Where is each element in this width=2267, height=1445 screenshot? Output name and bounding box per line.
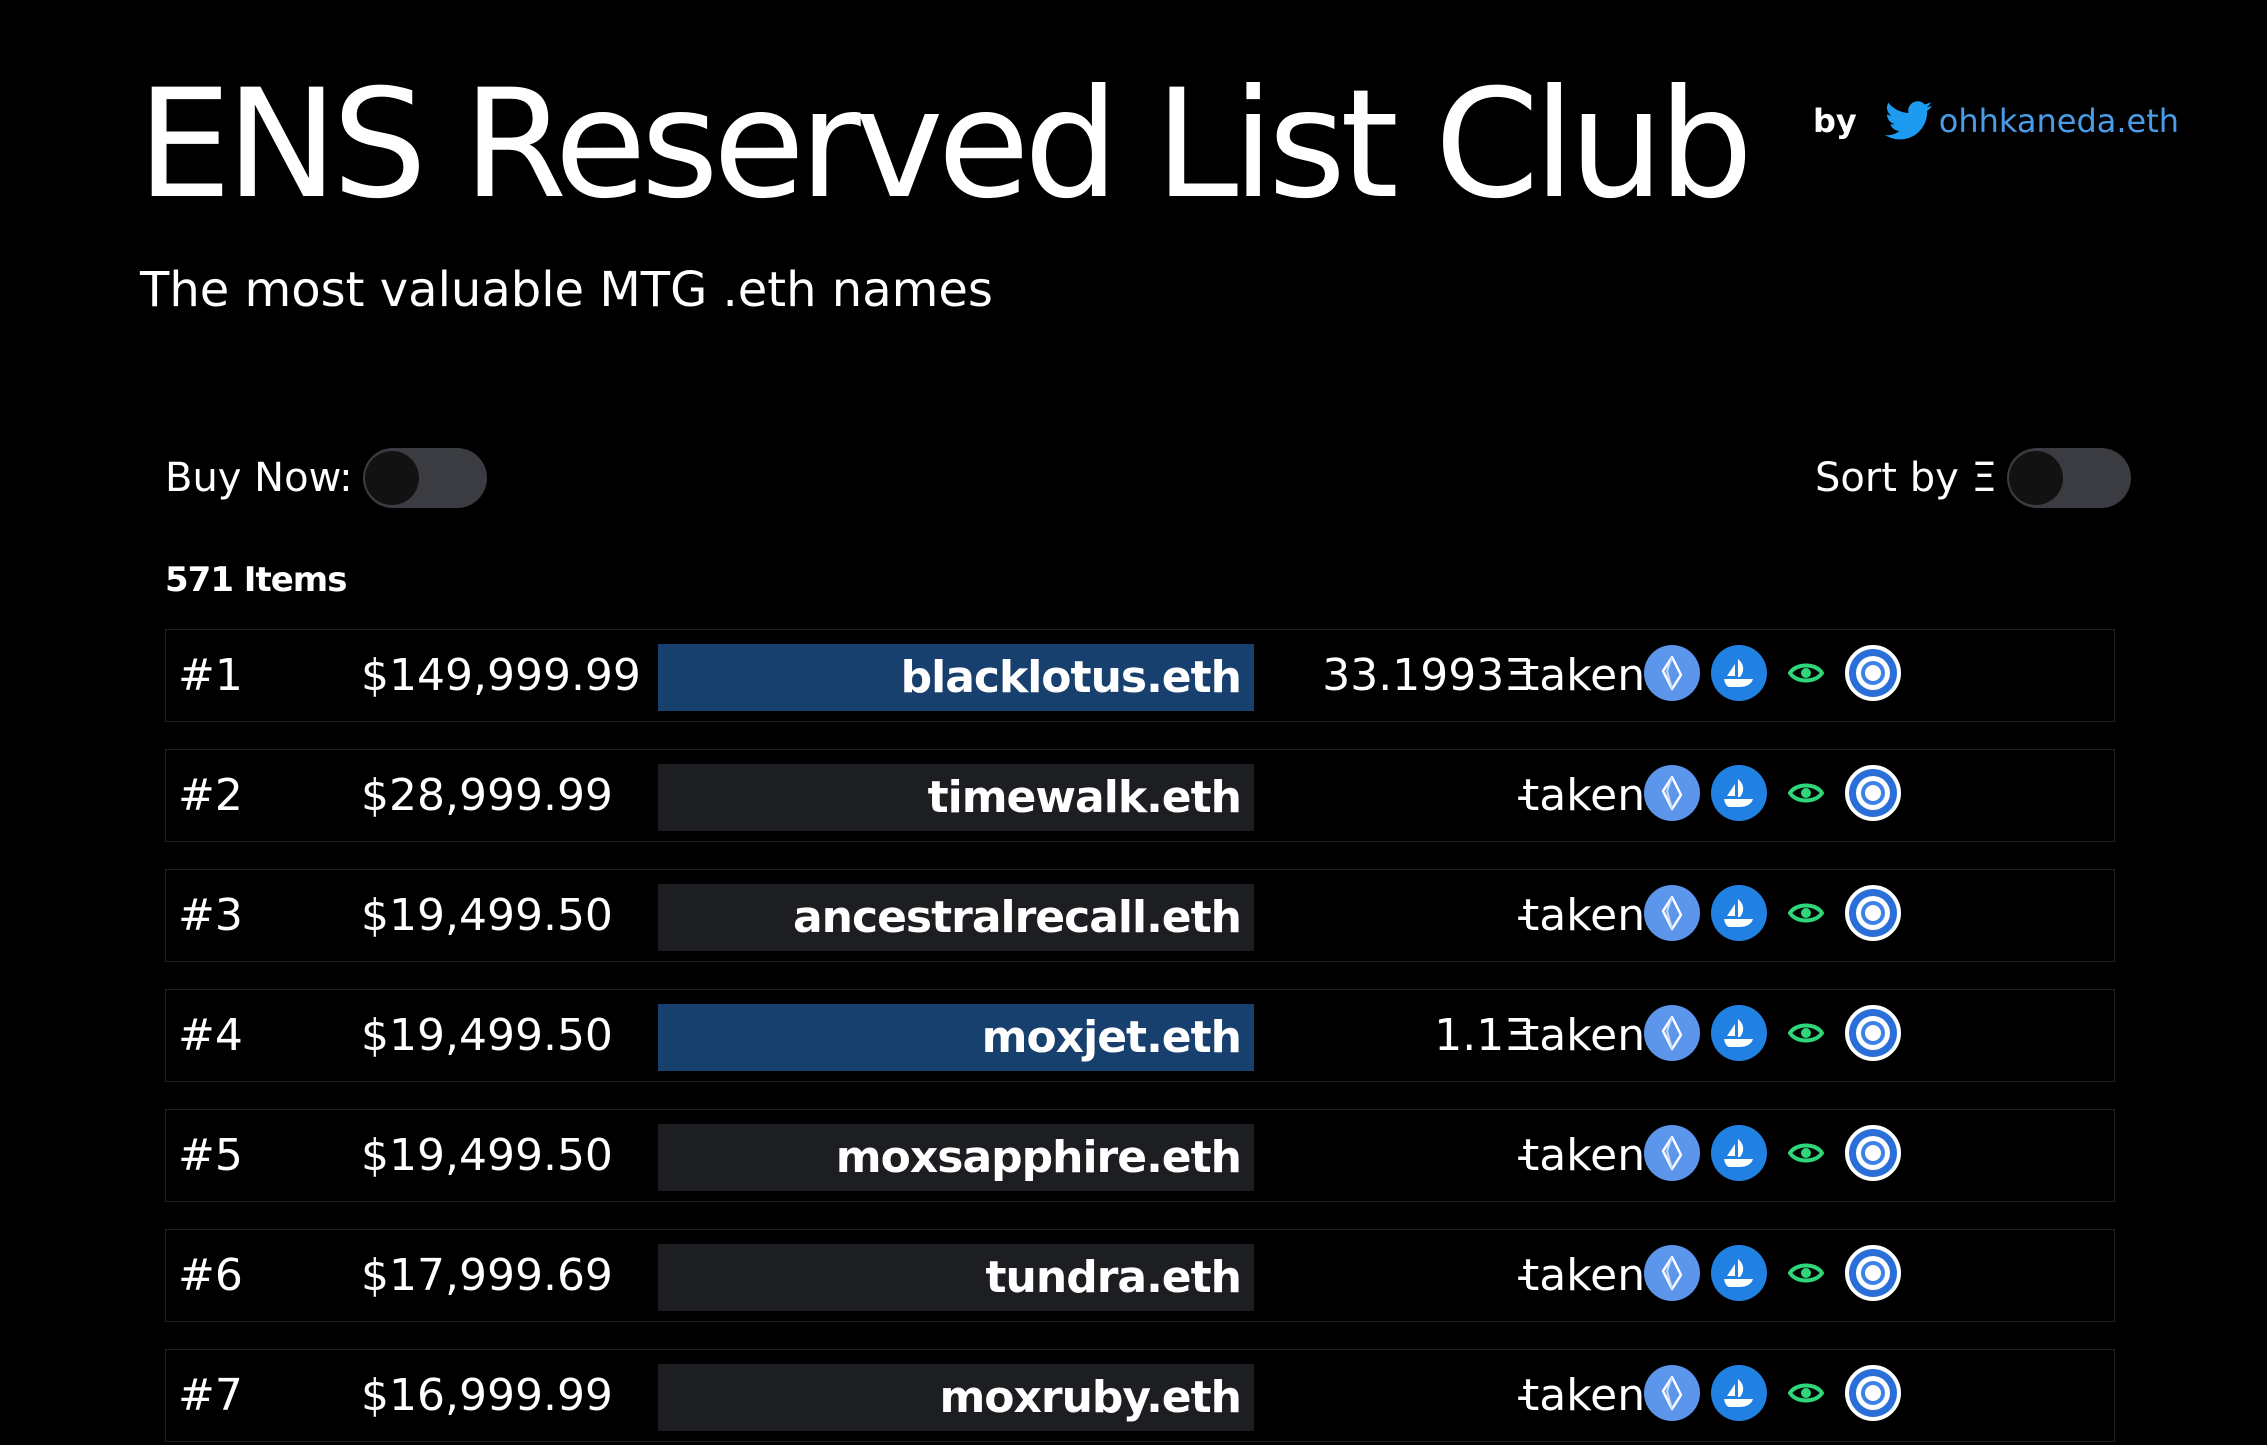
buy-now-control: Buy Now: <box>165 448 487 508</box>
rank-label: #3 <box>178 890 243 941</box>
list-item[interactable]: #2 $28,999.99 timewalk.eth - taken <box>165 749 2115 842</box>
rank-label: #5 <box>178 1130 243 1181</box>
link-icons <box>1644 1124 1912 1182</box>
list-item[interactable]: #4 $19,499.50 moxjet.eth 1.1Ξ taken <box>165 989 2115 1082</box>
status-label: taken <box>1522 1130 1646 1181</box>
status-label: taken <box>1522 1370 1646 1421</box>
price-label: $16,999.99 <box>361 1370 613 1421</box>
ens-icon[interactable] <box>1644 765 1700 821</box>
ens-name[interactable]: ancestralrecall.eth <box>658 884 1254 951</box>
list-item[interactable]: #7 $16,999.99 moxruby.eth - taken <box>165 1349 2115 1442</box>
link-icons <box>1644 1364 1912 1422</box>
opensea-icon[interactable] <box>1711 1365 1767 1421</box>
ens-icon[interactable] <box>1644 1125 1700 1181</box>
eye-icon[interactable] <box>1778 1245 1834 1301</box>
rainbow-icon[interactable] <box>1845 1005 1901 1061</box>
eye-icon[interactable] <box>1778 1125 1834 1181</box>
link-icons <box>1644 884 1912 942</box>
page-title: ENS Reserved List Club <box>137 58 1753 232</box>
link-icons <box>1644 764 1912 822</box>
ens-name[interactable]: moxsapphire.eth <box>658 1124 1254 1191</box>
link-icons <box>1644 1244 1912 1302</box>
rank-label: #4 <box>178 1010 243 1061</box>
eye-icon[interactable] <box>1778 765 1834 821</box>
ens-icon[interactable] <box>1644 885 1700 941</box>
list-item[interactable]: #5 $19,499.50 moxsapphire.eth - taken <box>165 1109 2115 1202</box>
byline: by ohhkaneda.eth <box>1813 101 2179 141</box>
eye-icon[interactable] <box>1778 1365 1834 1421</box>
list-item[interactable]: #6 $17,999.69 tundra.eth - taken <box>165 1229 2115 1322</box>
rainbow-icon[interactable] <box>1845 1125 1901 1181</box>
sort-label: Sort by Ξ <box>1815 455 1997 501</box>
price-label: $28,999.99 <box>361 770 613 821</box>
status-label: taken <box>1522 890 1646 941</box>
rainbow-icon[interactable] <box>1845 1245 1901 1301</box>
rank-label: #7 <box>178 1370 243 1421</box>
price-label: $19,499.50 <box>361 1130 613 1181</box>
ens-icon[interactable] <box>1644 645 1700 701</box>
eye-icon[interactable] <box>1778 1005 1834 1061</box>
page-subtitle: The most valuable MTG .eth names <box>140 262 993 318</box>
item-count: 571 Items <box>165 560 347 600</box>
list-item[interactable]: #1 $149,999.99 blacklotus.eth 33.1993Ξ t… <box>165 629 2115 722</box>
ens-name[interactable]: timewalk.eth <box>658 764 1254 831</box>
price-label: $17,999.69 <box>361 1250 613 1301</box>
link-icons <box>1644 1004 1912 1062</box>
opensea-icon[interactable] <box>1711 1005 1767 1061</box>
status-label: taken <box>1522 1250 1646 1301</box>
rank-label: #6 <box>178 1250 243 1301</box>
price-label: $19,499.50 <box>361 890 613 941</box>
names-list: #1 $149,999.99 blacklotus.eth 33.1993Ξ t… <box>165 629 2115 1445</box>
twitter-icon[interactable] <box>1884 101 1933 141</box>
status-label: taken <box>1522 650 1646 701</box>
page: ENS Reserved List Club The most valuable… <box>0 0 2267 1445</box>
ens-name[interactable]: moxruby.eth <box>658 1364 1254 1431</box>
opensea-icon[interactable] <box>1711 765 1767 821</box>
buy-now-toggle[interactable] <box>362 448 487 508</box>
rank-label: #2 <box>178 770 243 821</box>
ens-name[interactable]: moxjet.eth <box>658 1004 1254 1071</box>
rainbow-icon[interactable] <box>1845 885 1901 941</box>
ens-name[interactable]: tundra.eth <box>658 1244 1254 1311</box>
opensea-icon[interactable] <box>1711 1125 1767 1181</box>
opensea-icon[interactable] <box>1711 1245 1767 1301</box>
ens-icon[interactable] <box>1644 1245 1700 1301</box>
buy-now-label: Buy Now: <box>165 455 353 501</box>
list-item[interactable]: #3 $19,499.50 ancestralrecall.eth - take… <box>165 869 2115 962</box>
author-link[interactable]: ohhkaneda.eth <box>1939 102 2179 140</box>
toggle-knob <box>364 451 419 505</box>
price-label: $149,999.99 <box>361 650 641 701</box>
opensea-icon[interactable] <box>1711 885 1767 941</box>
ens-icon[interactable] <box>1644 1005 1700 1061</box>
link-icons <box>1644 644 1912 702</box>
rank-label: #1 <box>178 650 243 701</box>
opensea-icon[interactable] <box>1711 645 1767 701</box>
eye-icon[interactable] <box>1778 645 1834 701</box>
sort-toggle[interactable] <box>2006 448 2131 508</box>
price-label: $19,499.50 <box>361 1010 613 1061</box>
ens-icon[interactable] <box>1644 1365 1700 1421</box>
rainbow-icon[interactable] <box>1845 1365 1901 1421</box>
ens-name[interactable]: blacklotus.eth <box>658 644 1254 711</box>
by-label: by <box>1813 102 1857 140</box>
toggle-knob <box>2008 451 2063 505</box>
status-label: taken <box>1522 1010 1646 1061</box>
sort-control: Sort by Ξ <box>1815 448 2131 508</box>
rainbow-icon[interactable] <box>1845 645 1901 701</box>
rainbow-icon[interactable] <box>1845 765 1901 821</box>
status-label: taken <box>1522 770 1646 821</box>
eye-icon[interactable] <box>1778 885 1834 941</box>
